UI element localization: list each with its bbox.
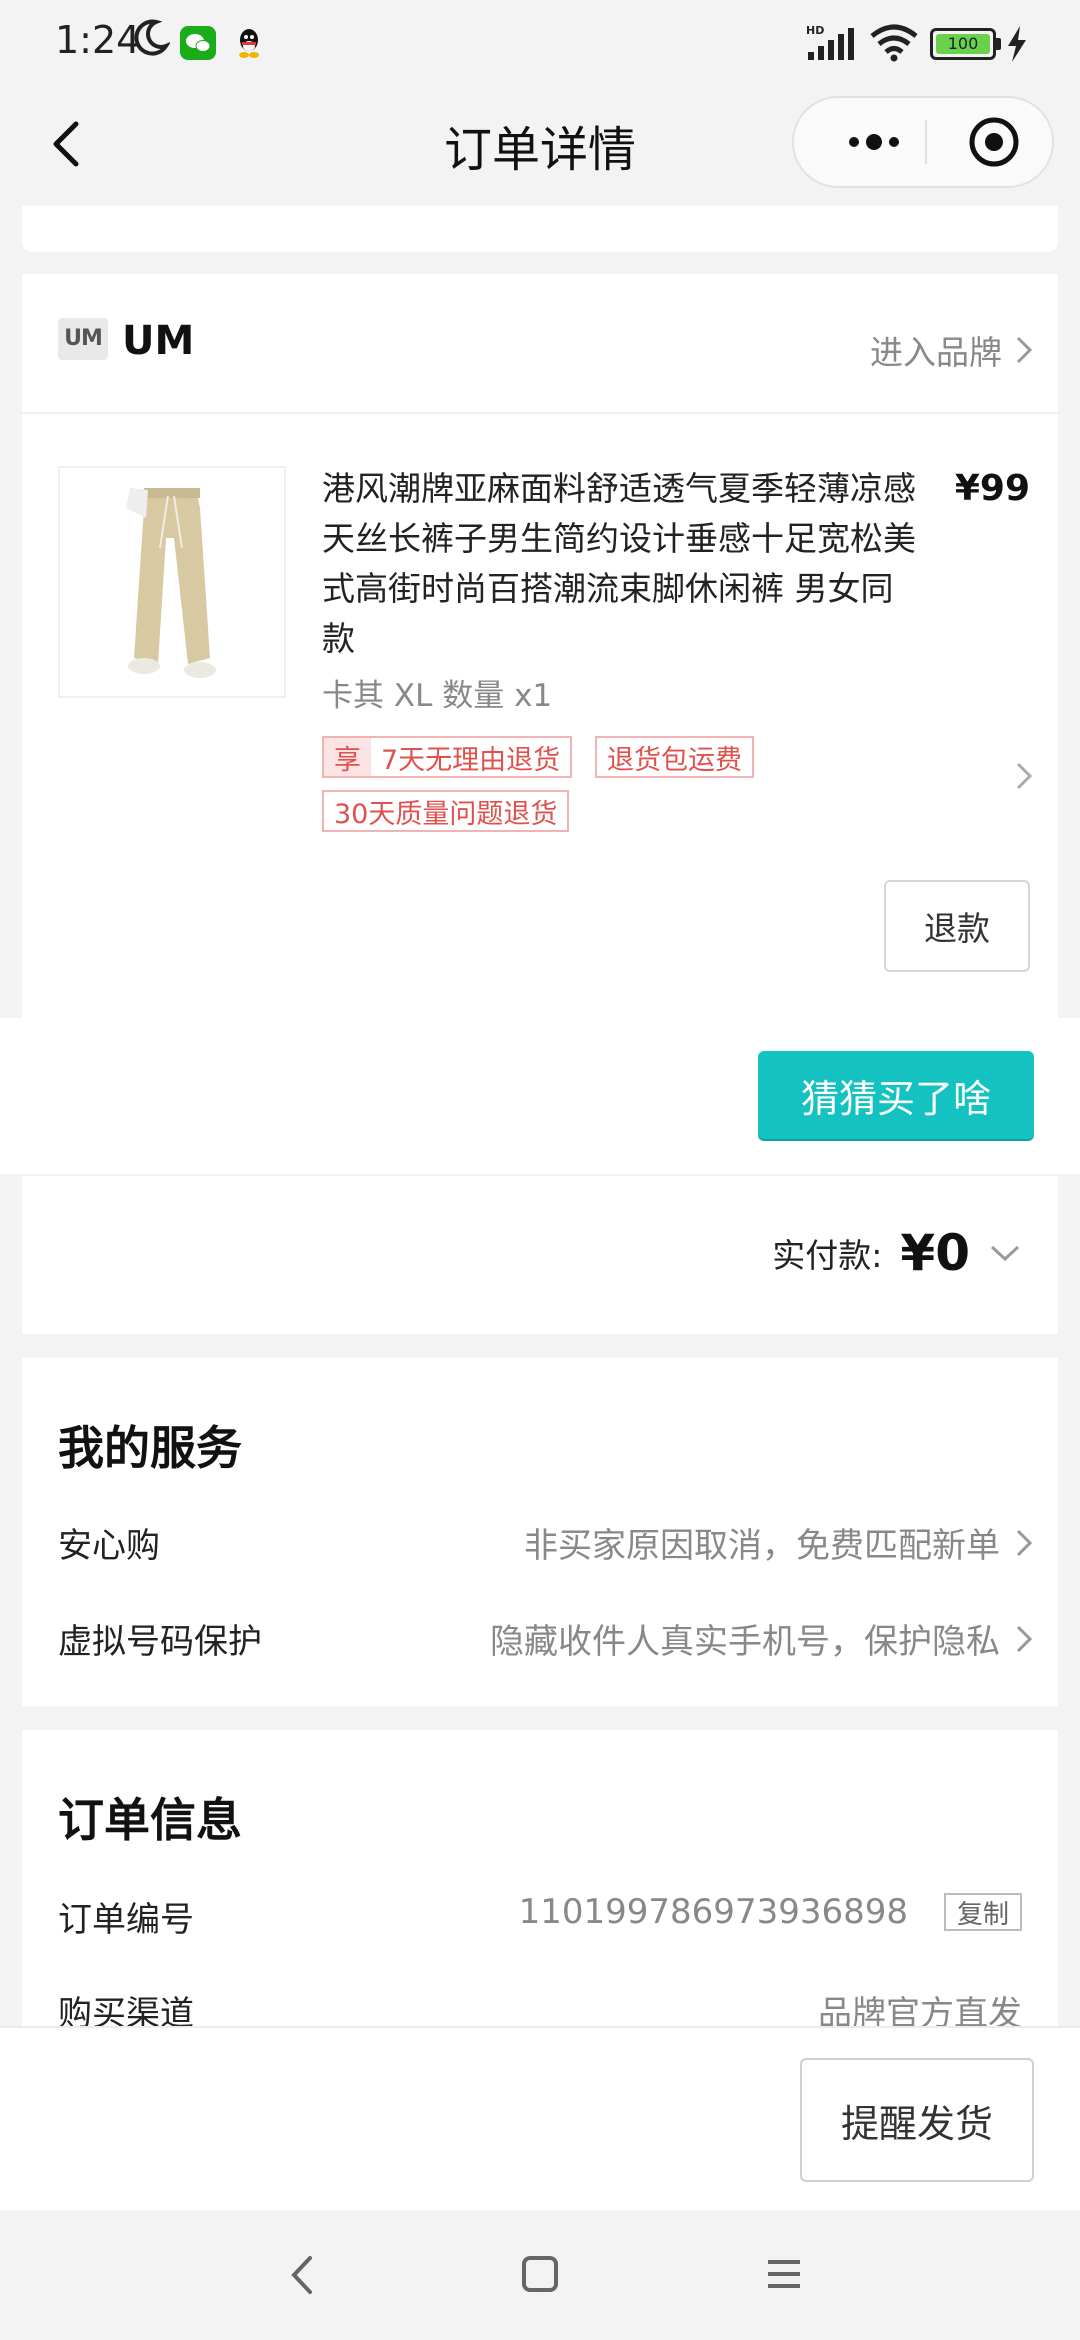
order-info-title: 订单信息 <box>58 1793 242 1847</box>
brand-name: UM <box>122 318 195 364</box>
tag-text: 7天无理由退货 <box>381 744 561 776</box>
tag-free-return-shipping: 退货包运费 <box>595 736 754 778</box>
divider <box>22 412 1058 414</box>
service-value: 隐藏收件人真实手机号，保护隐私 <box>490 1622 1000 1662</box>
guess-what-bought-button[interactable]: 猜猜买了啥 <box>758 1051 1034 1139</box>
copy-button[interactable]: 复制 <box>944 1893 1022 1931</box>
chevron-right-icon[interactable] <box>1012 760 1036 792</box>
tag-text: 退货包运费 <box>607 744 742 776</box>
tag-prefix: 享 <box>324 738 371 776</box>
navigation-bar: 订单详情 <box>0 88 1080 206</box>
product-title[interactable]: 港风潮牌亚麻面料舒适透气夏季轻薄凉感天丝长裤子男生简约设计垂感十足宽松美式高街时… <box>322 464 922 664</box>
order-info-card: 订单信息 订单编号 110199786973936898 复制 购买渠道 品牌官… <box>22 1730 1058 2034</box>
service-label-virtual-number: 虚拟号码保护 <box>58 1622 262 1662</box>
service-label-anxin: 安心购 <box>58 1526 160 1566</box>
chevron-right-icon <box>1016 1529 1033 1556</box>
product-image[interactable] <box>58 466 286 698</box>
brand-logo: UM <box>58 318 108 360</box>
previous-card-edge <box>22 206 1058 252</box>
chevron-right-icon <box>1016 1625 1033 1652</box>
system-back-icon[interactable] <box>282 2252 322 2298</box>
services-title: 我的服务 <box>58 1421 242 1475</box>
enter-brand-label: 进入品牌 <box>870 333 1002 372</box>
payment-card: 实付款: ¥0 <box>22 1176 1058 1334</box>
bottom-action-bar: 提醒发货 <box>0 2026 1080 2210</box>
guess-band: 猜猜买了啥 <box>0 1018 1080 1174</box>
tag-return-7days: 享 7天无理由退货 <box>322 736 573 778</box>
enter-brand-link[interactable]: 进入品牌 <box>870 326 1036 374</box>
wechat-icon <box>180 26 216 60</box>
battery-level: 100 <box>936 34 990 54</box>
tag-quality-return-30days: 30天质量问题退货 <box>322 790 570 832</box>
order-number-row: 110199786973936898 复制 <box>519 1892 1022 1932</box>
my-services-card: 我的服务 安心购 非买家原因取消，免费匹配新单 虚拟号码保护 隐藏收件人真实手机… <box>22 1358 1058 1706</box>
order-product-card: UM UM 进入品牌 港风潮牌亚麻面料舒适透气夏季轻薄凉感天丝长裤子男生简约设计… <box>22 274 1058 1019</box>
product-price: ¥99 <box>954 468 1030 509</box>
order-number-value: 110199786973936898 <box>518 1892 908 1932</box>
remind-shipment-button[interactable]: 提醒发货 <box>800 2058 1034 2182</box>
capsule-divider <box>925 120 927 164</box>
payment-summary[interactable]: 实付款: ¥0 <box>772 1224 1022 1282</box>
paid-amount: ¥0 <box>900 1224 970 1282</box>
service-value: 非买家原因取消，免费匹配新单 <box>524 1526 1000 1566</box>
system-home-icon[interactable] <box>520 2254 560 2294</box>
wifi-icon <box>870 24 918 62</box>
refund-button[interactable]: 退款 <box>884 880 1030 972</box>
back-icon[interactable] <box>38 114 98 174</box>
system-menu-icon[interactable] <box>764 2254 804 2294</box>
moon-icon <box>134 19 170 56</box>
order-number-label: 订单编号 <box>58 1900 194 1940</box>
battery-icon: 100 <box>930 28 996 60</box>
pants-icon <box>126 488 216 678</box>
network-label: HD <box>806 24 824 37</box>
signal-icon: HD <box>806 24 854 60</box>
status-bar: 1:24 HD 100 <box>0 0 1080 88</box>
qq-icon <box>239 29 259 58</box>
miniprogram-capsule <box>792 96 1054 188</box>
charging-icon <box>1008 26 1026 62</box>
system-navigation-bar <box>0 2210 1080 2340</box>
status-time: 1:24 <box>55 18 141 62</box>
tag-text: 30天质量问题退货 <box>334 798 558 830</box>
battery-tip <box>996 38 1001 50</box>
paid-label: 实付款: <box>772 1236 883 1275</box>
close-miniprogram-icon[interactable] <box>954 114 1034 170</box>
chevron-down-icon <box>990 1245 1020 1262</box>
chevron-right-icon <box>1016 336 1033 364</box>
service-row-virtual-number[interactable]: 隐藏收件人真实手机号，保护隐私 <box>490 1614 1036 1663</box>
product-spec: 卡其 XL 数量 x1 <box>322 678 553 714</box>
more-icon[interactable] <box>824 114 924 170</box>
service-row-anxin[interactable]: 非买家原因取消，免费匹配新单 <box>524 1518 1036 1567</box>
